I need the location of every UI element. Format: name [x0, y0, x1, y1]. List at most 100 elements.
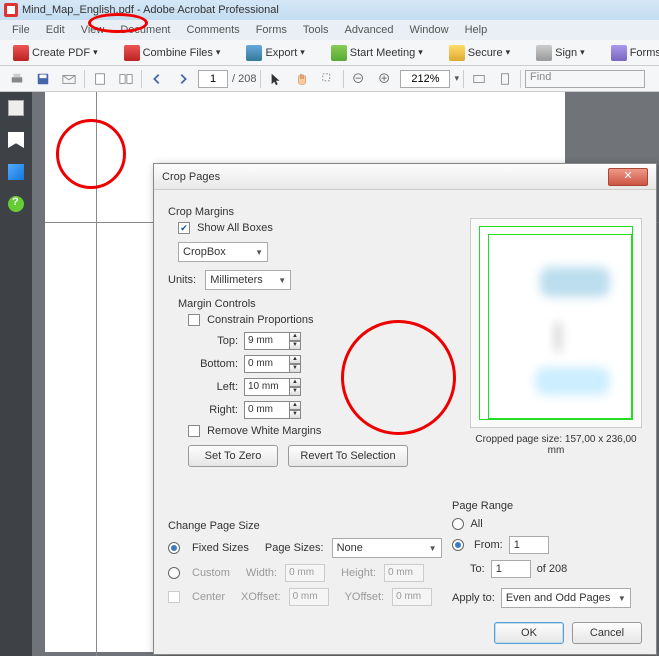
apply-to-dropdown[interactable]: Even and Odd Pages▼ [501, 588, 631, 608]
secure-button[interactable]: Secure▾ [442, 42, 517, 64]
right-label: Right: [188, 404, 238, 416]
hand-tool-button[interactable] [291, 68, 313, 90]
fixed-sizes-label: Fixed Sizes [192, 542, 249, 554]
menu-help[interactable]: Help [457, 22, 496, 38]
bottom-label: Bottom: [188, 358, 238, 370]
top-label: Top: [188, 335, 238, 347]
save-button[interactable] [32, 68, 54, 90]
window-title: Mind_Map_English.pdf - Adobe Acrobat Pro… [22, 4, 279, 16]
marquee-zoom-button[interactable] [317, 68, 339, 90]
menu-window[interactable]: Window [401, 22, 456, 38]
select-tool-button[interactable] [265, 68, 287, 90]
combine-icon [124, 45, 140, 61]
all-radio[interactable] [452, 518, 464, 530]
to-label: To: [470, 563, 485, 575]
right-spin-up[interactable]: ▲ [289, 401, 301, 410]
left-label: Left: [188, 381, 238, 393]
top-spin-down[interactable]: ▼ [289, 341, 301, 350]
show-all-boxes-label: Show All Boxes [197, 222, 273, 234]
create-pdf-button[interactable]: Create PDF▾ [6, 42, 105, 64]
to-input[interactable]: 1 [491, 560, 531, 578]
show-all-boxes-checkbox[interactable]: ✔ [178, 222, 190, 234]
next-page-button[interactable] [172, 68, 194, 90]
cancel-button[interactable]: Cancel [572, 622, 642, 644]
pen-icon [536, 45, 552, 61]
set-to-zero-button[interactable]: Set To Zero [188, 445, 278, 467]
remove-white-checkbox[interactable] [188, 425, 200, 437]
page-view-button[interactable] [89, 68, 111, 90]
left-spin-down[interactable]: ▼ [289, 387, 301, 396]
revert-button[interactable]: Revert To Selection [288, 445, 408, 467]
constrain-label: Constrain Proportions [207, 314, 313, 326]
zoom-in-button[interactable] [374, 68, 396, 90]
zoom-out-button[interactable] [348, 68, 370, 90]
yoffset-input: 0 mm [392, 588, 432, 606]
print-button[interactable] [6, 68, 28, 90]
menu-view[interactable]: View [73, 22, 113, 38]
page-range-label: Page Range [452, 500, 642, 512]
meeting-icon [331, 45, 347, 61]
bottom-spin-down[interactable]: ▼ [289, 364, 301, 373]
from-input[interactable]: 1 [509, 536, 549, 554]
fixed-sizes-radio[interactable] [168, 542, 180, 554]
fit-width-button[interactable] [468, 68, 490, 90]
menu-forms[interactable]: Forms [248, 22, 295, 38]
menu-tools[interactable]: Tools [295, 22, 337, 38]
page-sizes-dropdown[interactable]: None▼ [332, 538, 442, 558]
find-input[interactable]: Find [525, 70, 645, 88]
window-titlebar: Mind_Map_English.pdf - Adobe Acrobat Pro… [0, 0, 659, 20]
fit-page-button[interactable] [494, 68, 516, 90]
top-input[interactable]: 9 mm [244, 332, 290, 350]
center-checkbox [168, 591, 180, 603]
menu-advanced[interactable]: Advanced [337, 22, 402, 38]
forms-button[interactable]: Forms▾ [604, 42, 659, 64]
box-type-dropdown[interactable]: CropBox▼ [178, 242, 268, 262]
right-spin-down[interactable]: ▼ [289, 410, 301, 419]
left-spin-up[interactable]: ▲ [289, 378, 301, 387]
nav-toolbar: / 208 ▾ Find [0, 66, 659, 92]
sign-button[interactable]: Sign▾ [529, 42, 592, 64]
bottom-spin-up[interactable]: ▲ [289, 355, 301, 364]
menubar: File Edit View Document Comments Forms T… [0, 20, 659, 40]
signatures-panel-icon[interactable] [8, 164, 24, 180]
preview-pane [470, 218, 642, 428]
right-input[interactable]: 0 mm [244, 401, 290, 419]
dialog-titlebar[interactable]: Crop Pages ✕ [154, 164, 656, 190]
bottom-input[interactable]: 0 mm [244, 355, 290, 373]
bookmarks-panel-icon[interactable] [8, 132, 24, 148]
export-button[interactable]: Export▾ [239, 42, 311, 64]
from-label: From: [474, 539, 503, 551]
units-dropdown[interactable]: Millimeters▼ [205, 270, 291, 290]
main-toolbar: Create PDF▾ Combine Files▾ Export▾ Start… [0, 40, 659, 66]
top-spin-up[interactable]: ▲ [289, 332, 301, 341]
menu-document[interactable]: Document [112, 22, 178, 38]
remove-white-label: Remove White Margins [207, 425, 321, 437]
start-meeting-button[interactable]: Start Meeting▾ [324, 42, 430, 64]
two-page-button[interactable] [115, 68, 137, 90]
custom-radio[interactable] [168, 567, 180, 579]
xoffset-input: 0 mm [289, 588, 329, 606]
units-label: Units: [168, 274, 196, 286]
page-number-input[interactable] [198, 70, 228, 88]
app-icon [4, 3, 18, 17]
width-input: 0 mm [285, 564, 325, 582]
email-button[interactable] [58, 68, 80, 90]
close-button[interactable]: ✕ [608, 168, 648, 186]
center-label: Center [192, 591, 225, 603]
left-input[interactable]: 10 mm [244, 378, 290, 396]
width-label: Width: [246, 567, 277, 579]
from-radio[interactable] [452, 539, 464, 551]
menu-comments[interactable]: Comments [179, 22, 248, 38]
create-pdf-icon [13, 45, 29, 61]
help-icon[interactable] [8, 196, 24, 212]
constrain-checkbox[interactable] [188, 314, 200, 326]
menu-file[interactable]: File [4, 22, 38, 38]
ok-button[interactable]: OK [494, 622, 564, 644]
combine-files-button[interactable]: Combine Files▾ [117, 42, 228, 64]
pages-panel-icon[interactable] [8, 100, 24, 116]
forms-icon [611, 45, 627, 61]
zoom-input[interactable] [400, 70, 450, 88]
height-label: Height: [341, 567, 376, 579]
menu-edit[interactable]: Edit [38, 22, 73, 38]
prev-page-button[interactable] [146, 68, 168, 90]
